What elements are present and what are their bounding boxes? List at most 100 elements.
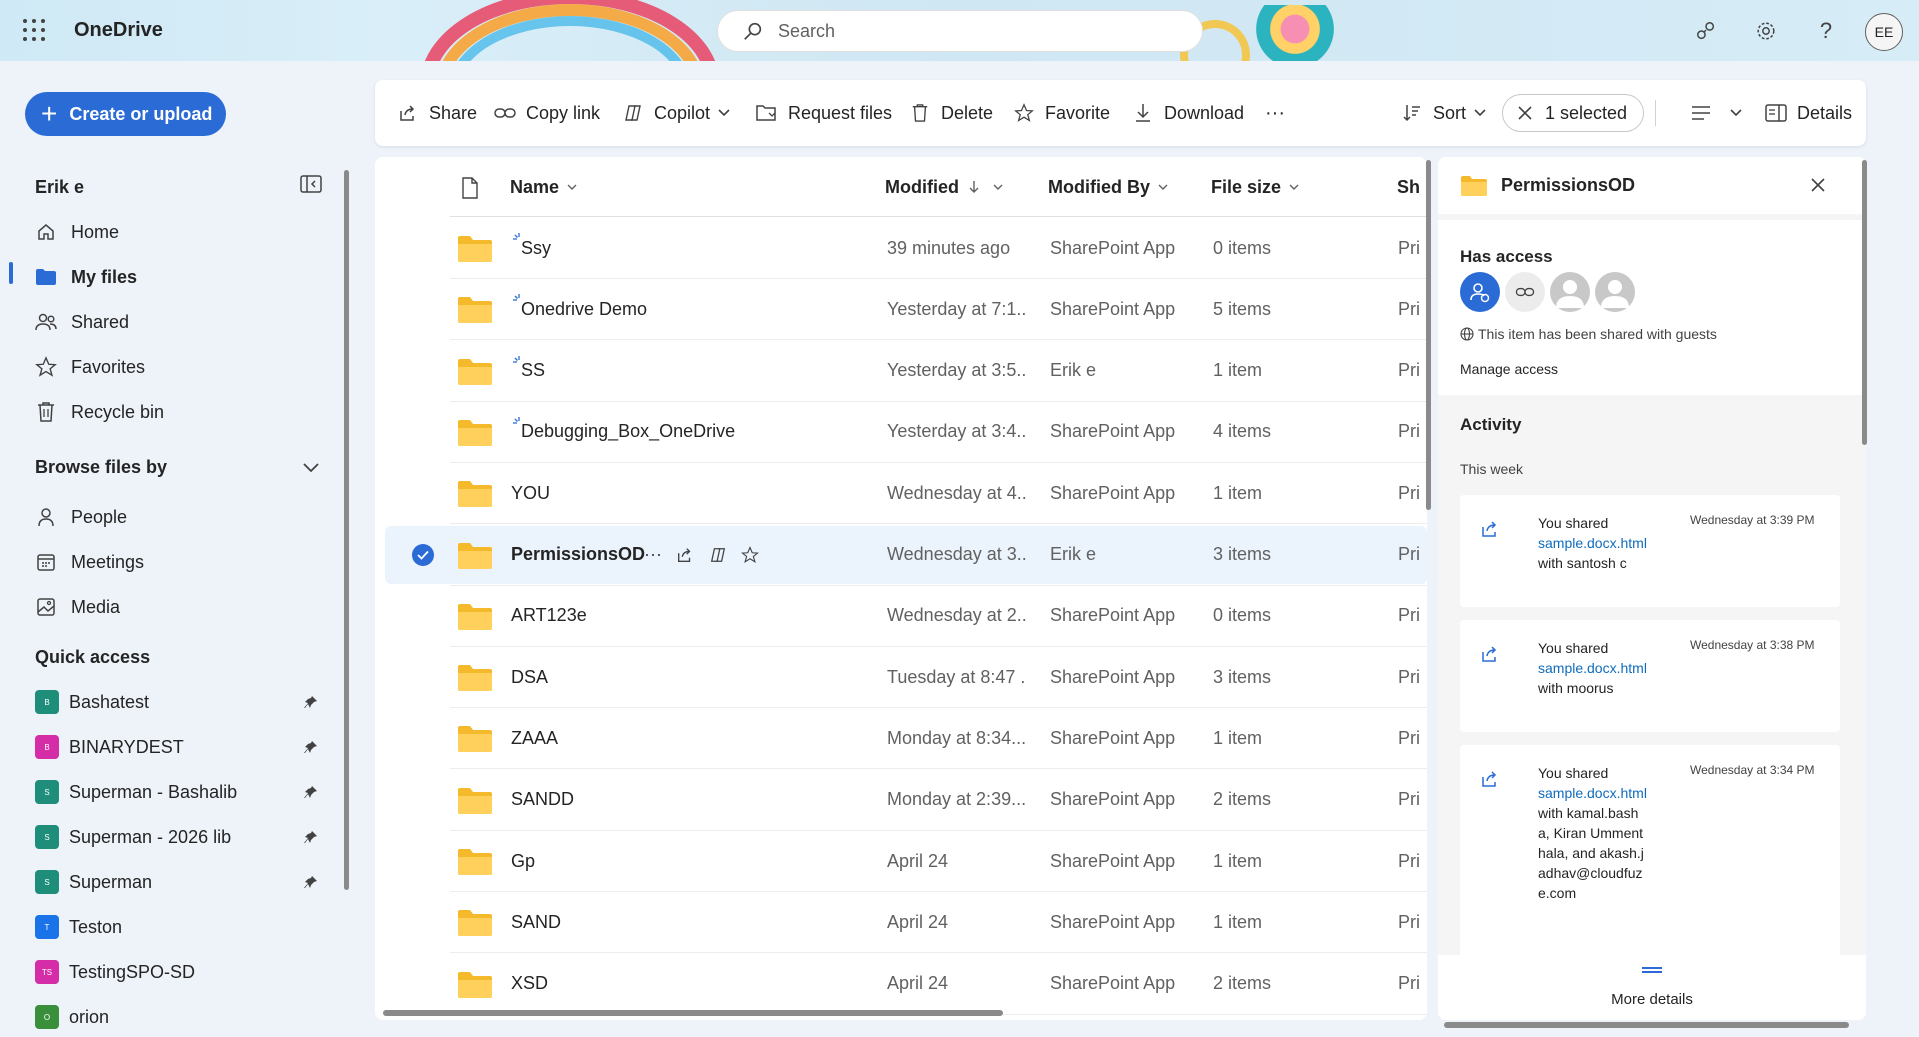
table-row[interactable]: ART123e Wednesday at 2... SharePoint App 0 …: [375, 585, 1427, 647]
manage-access-link[interactable]: Manage access: [1460, 361, 1558, 377]
activity-card[interactable]: You shared sample.docx.html with moorus …: [1460, 620, 1840, 732]
pin-icon[interactable]: [304, 785, 318, 799]
activity-file-link[interactable]: sample.docx.html: [1538, 533, 1648, 553]
app-title[interactable]: OneDrive: [74, 19, 163, 42]
more-options-icon[interactable]: ···: [640, 542, 666, 568]
favorite-button[interactable]: Favorite: [1013, 80, 1110, 146]
table-row[interactable]: DSA Tuesday at 8:47 ... SharePoint App 3 it…: [375, 646, 1427, 709]
table-row[interactable]: XSD April 24 SharePoint App 2 items Pri: [375, 953, 1427, 1015]
file-name[interactable]: SS: [521, 340, 545, 402]
share-icon[interactable]: [672, 542, 698, 568]
quick-access-superman[interactable]: S Superman: [35, 867, 152, 897]
copilot-icon[interactable]: [705, 542, 731, 568]
table-row[interactable]: SS Yesterday at 3:5... Erik e 1 item Pri: [375, 340, 1427, 402]
quick-access-testingspo-sd[interactable]: TS TestingSPO-SD: [35, 957, 195, 987]
file-name[interactable]: Onedrive Demo: [521, 278, 647, 340]
file-list-scrollbar[interactable]: [1426, 160, 1431, 510]
file-name[interactable]: Debugging_Box_OneDrive: [521, 401, 735, 463]
close-icon[interactable]: [1517, 105, 1533, 121]
column-header-file-size[interactable]: File size: [1211, 157, 1299, 217]
file-name[interactable]: SANDD: [511, 769, 574, 831]
pin-icon[interactable]: [304, 740, 318, 754]
copy-link-button[interactable]: Copy link: [494, 80, 600, 146]
details-horizontal-scrollbar[interactable]: [1444, 1022, 1849, 1028]
column-header-sharing[interactable]: Sh: [1397, 157, 1420, 217]
file-name[interactable]: YOU: [511, 462, 550, 524]
activity-card[interactable]: You shared sample.docx.html with santosh…: [1460, 495, 1840, 607]
table-row[interactable]: Onedrive Demo Yesterday at 7:1... SharePoi…: [375, 278, 1427, 341]
details-scrollbar[interactable]: [1862, 160, 1867, 445]
shared-people-icon[interactable]: [1460, 272, 1500, 312]
selection-count-pill[interactable]: 1 selected: [1502, 94, 1644, 132]
table-row[interactable]: SANDD Monday at 2:39... SharePoint App 2 it…: [375, 769, 1427, 831]
pin-icon[interactable]: [304, 830, 318, 844]
column-header-name[interactable]: Name: [510, 157, 577, 217]
details-button[interactable]: Details: [1765, 80, 1852, 146]
file-name[interactable]: DSA: [511, 646, 548, 708]
person-avatar-icon[interactable]: [1550, 272, 1590, 312]
nav-item-favorites[interactable]: Favorites: [35, 352, 145, 382]
checkmark-icon[interactable]: [412, 543, 434, 566]
nav-scrollbar[interactable]: [344, 170, 349, 890]
copilot-button[interactable]: Copilot: [622, 80, 730, 146]
table-row[interactable]: Gp April 24 SharePoint App 1 item Pri: [375, 830, 1427, 892]
nav-item-recycle-bin[interactable]: Recycle bin: [35, 397, 164, 427]
request-files-button[interactable]: Request files: [756, 80, 892, 146]
file-name[interactable]: ZAAA: [511, 707, 558, 769]
column-header-modified[interactable]: Modified: [885, 157, 1003, 217]
close-icon[interactable]: [1808, 175, 1828, 195]
file-name[interactable]: XSD: [511, 953, 548, 1015]
pin-icon[interactable]: [304, 875, 318, 889]
settings-icon[interactable]: [1752, 17, 1780, 45]
table-row[interactable]: PermissionsOD ··· Wednesday at 3... Erik e 3…: [375, 524, 1427, 586]
quick-access-orion[interactable]: O orion: [35, 1002, 109, 1032]
help-icon[interactable]: ?: [1812, 17, 1840, 45]
table-row[interactable]: YOU Wednesday at 4... SharePoint App 1 item…: [375, 462, 1427, 525]
table-row[interactable]: Debugging_Box_OneDrive Yesterday at 3:4..…: [375, 401, 1427, 463]
file-name[interactable]: ART123e: [511, 585, 587, 647]
file-name[interactable]: SAND: [511, 891, 561, 953]
nav-item-my-files[interactable]: My files: [35, 262, 137, 292]
share-feedback-icon[interactable]: [1692, 17, 1720, 45]
link-access-icon[interactable]: [1505, 272, 1545, 312]
table-row[interactable]: Ssy 39 minutes ago SharePoint App 0 items Pr…: [375, 217, 1427, 279]
view-options-button[interactable]: [1690, 80, 1742, 146]
file-name[interactable]: Gp: [511, 830, 535, 892]
sort-button[interactable]: Sort: [1401, 80, 1486, 146]
activity-card[interactable]: You shared sample.docx.html with kamal.b…: [1460, 745, 1840, 960]
chevron-down-icon[interactable]: [302, 462, 320, 474]
column-header-modified-by[interactable]: Modified By: [1048, 157, 1168, 217]
activity-file-link[interactable]: sample.docx.html: [1538, 658, 1648, 678]
quick-access-bashatest[interactable]: B Bashatest: [35, 687, 149, 717]
quick-access-superman-2026-lib[interactable]: S Superman - 2026 lib: [35, 822, 231, 852]
quick-access-superman-bashalib[interactable]: S Superman - Bashalib: [35, 777, 237, 807]
table-row[interactable]: ZAAA Monday at 8:34... SharePoint App 1 ite…: [375, 707, 1427, 770]
file-name[interactable]: Ssy: [521, 217, 551, 279]
quick-access-teston[interactable]: T Teston: [35, 912, 122, 942]
more-commands-button[interactable]: ···: [1265, 80, 1285, 146]
collapse-pane-icon[interactable]: [300, 175, 322, 193]
person-avatar-icon[interactable]: [1595, 272, 1635, 312]
app-launcher-icon[interactable]: [22, 18, 46, 42]
horizontal-scrollbar[interactable]: [383, 1010, 1003, 1016]
nav-item-meetings[interactable]: Meetings: [35, 547, 144, 577]
nav-item-home[interactable]: Home: [35, 217, 119, 247]
download-button[interactable]: Download: [1132, 80, 1244, 146]
search-box[interactable]: Search: [717, 10, 1203, 52]
nav-item-media[interactable]: Media: [35, 592, 120, 622]
browse-files-by-heading[interactable]: Browse files by: [35, 457, 167, 478]
star-icon[interactable]: [737, 542, 763, 568]
delete-button[interactable]: Delete: [909, 80, 993, 146]
quick-access-binarydest[interactable]: B BINARYDEST: [35, 732, 184, 762]
table-row[interactable]: SAND April 24 SharePoint App 1 item Pri: [375, 891, 1427, 954]
share-button[interactable]: Share: [397, 80, 477, 146]
file-name[interactable]: PermissionsOD: [511, 524, 645, 586]
nav-item-shared[interactable]: Shared: [35, 307, 129, 337]
nav-item-people[interactable]: People: [35, 502, 127, 532]
create-or-upload-button[interactable]: + Create or upload: [25, 92, 226, 136]
pin-icon[interactable]: [304, 695, 318, 709]
file-type-icon[interactable]: [461, 177, 479, 199]
more-details-button[interactable]: More details: [1438, 955, 1866, 1020]
activity-file-link[interactable]: sample.docx.html: [1538, 783, 1648, 803]
user-avatar[interactable]: EE: [1865, 13, 1903, 51]
